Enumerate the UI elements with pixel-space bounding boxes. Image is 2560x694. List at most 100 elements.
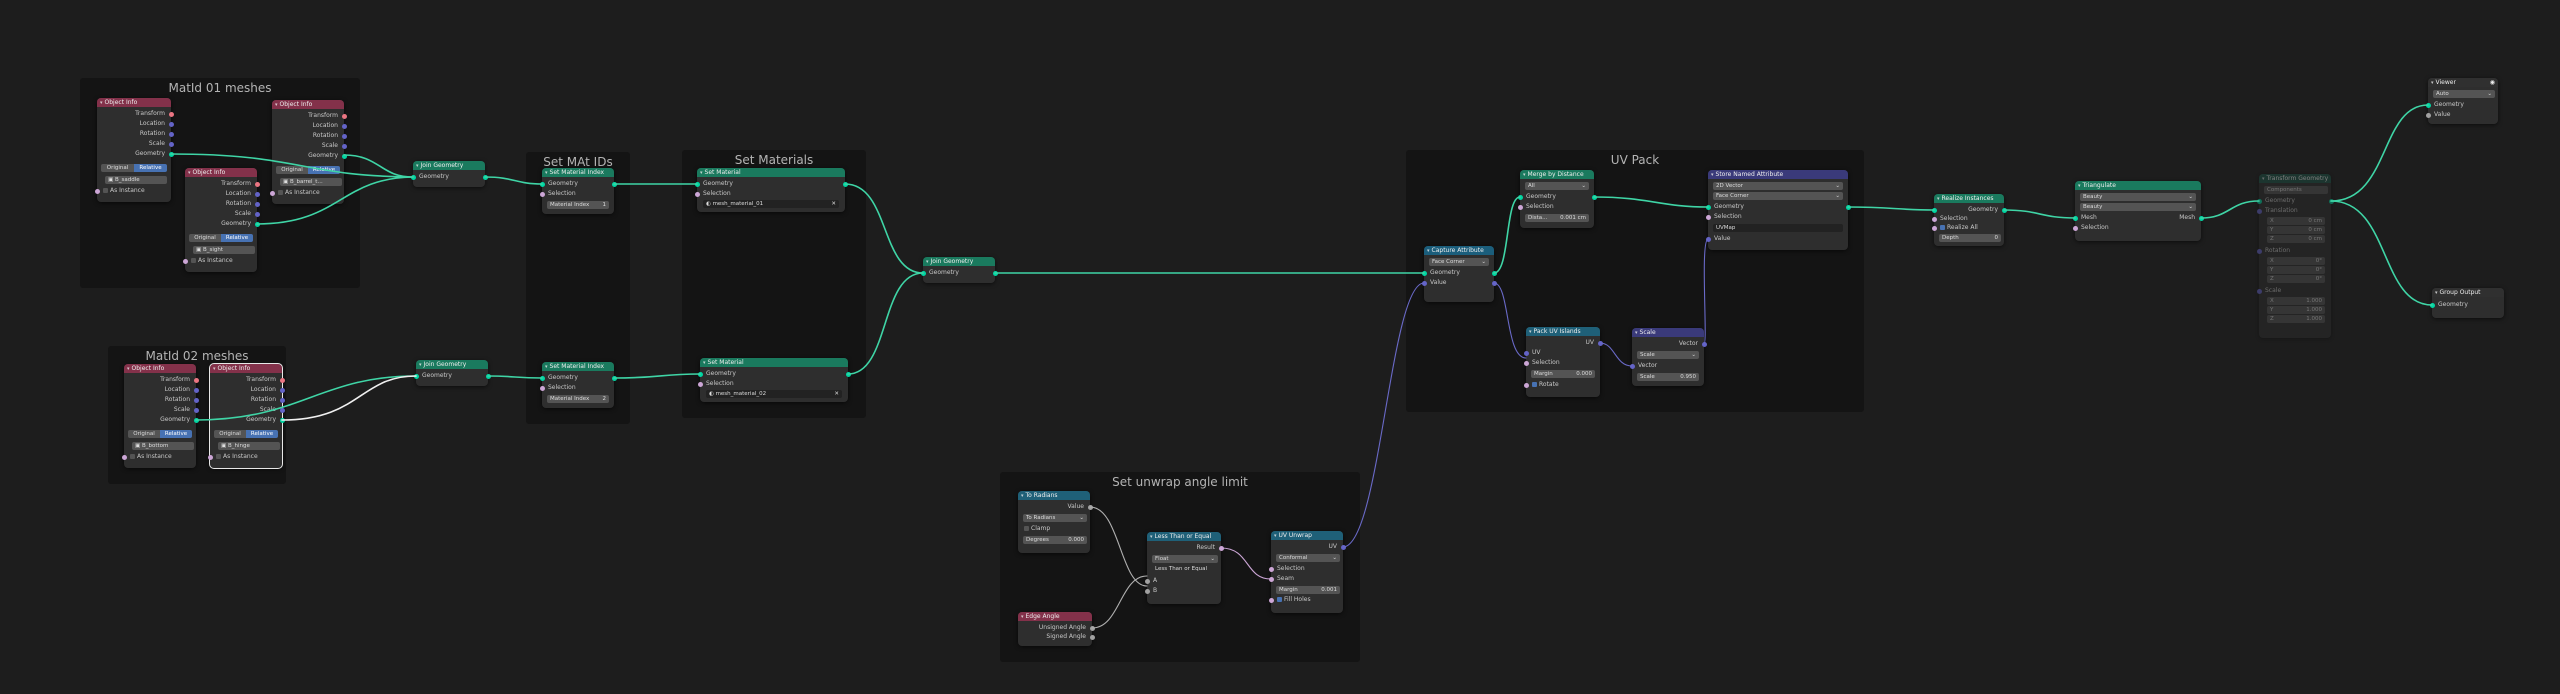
input-socket[interactable]	[1931, 216, 1937, 222]
input-socket[interactable]	[694, 191, 700, 197]
as-instance-row[interactable]: As Instance	[121, 452, 196, 462]
node-header[interactable]: ▾ Scale	[1632, 328, 1704, 337]
input-socket[interactable]	[2072, 215, 2078, 221]
set-material-index-node[interactable]: ▾ Set Material Index Geometry Selection M…	[539, 362, 617, 408]
transform-space-toggle[interactable]: Original Relative	[101, 164, 167, 172]
original-option[interactable]: Original	[101, 164, 134, 172]
merge-by-distance-node[interactable]: ▾ Merge by Distance All ⌄ Geometry Selecti…	[1517, 170, 1597, 228]
domain-dropdown[interactable]: Auto ⌄	[2433, 90, 2495, 98]
translation-z-field[interactable]: Z0 cm	[2267, 235, 2325, 243]
chevron-down-icon[interactable]: ▾	[416, 163, 419, 169]
object-field[interactable]: ▣ B_saddle	[105, 176, 167, 184]
output-socket[interactable]	[168, 131, 174, 137]
node-header[interactable]: ▾ Viewer ◉	[2428, 78, 2498, 87]
node-header[interactable]: ▾ Group Output	[2432, 288, 2504, 297]
output-socket[interactable]	[1845, 204, 1851, 210]
input-socket[interactable]	[207, 454, 213, 460]
node-header[interactable]: ▾ Join Geometry	[923, 257, 995, 266]
set-material-node[interactable]: ▾ Set Material Geometry Selection ◐ mesh_…	[694, 168, 848, 212]
input-socket[interactable]	[1705, 204, 1711, 210]
chevron-down-icon[interactable]: ▾	[1021, 493, 1024, 499]
fill-holes-row[interactable]: Fill Holes	[1268, 595, 1343, 605]
set-material-node[interactable]: ▾ Set Material Geometry Selection ◐ mesh_…	[697, 358, 851, 402]
output-socket[interactable]	[279, 377, 285, 383]
object-field[interactable]: ▣ B_bottom	[132, 442, 194, 450]
node-link[interactable]	[2200, 200, 2260, 219]
node-header[interactable]: ▾ Object Info	[97, 98, 171, 107]
input-socket[interactable]	[1523, 350, 1529, 356]
checkbox[interactable]	[278, 190, 283, 195]
data-type-dropdown[interactable]: 2D Vector ⌄	[1713, 182, 1843, 190]
original-option[interactable]: Original	[276, 166, 308, 174]
chevron-down-icon[interactable]: ▾	[2262, 176, 2265, 182]
input-socket[interactable]	[1268, 597, 1274, 603]
output-socket[interactable]	[193, 397, 199, 403]
margin-field[interactable]: Margin 0.001	[1276, 586, 1340, 594]
group-output-node[interactable]: ▾ Group Output Geometry	[2429, 288, 2504, 318]
chevron-down-icon[interactable]: ▾	[188, 170, 191, 176]
input-socket[interactable]	[2429, 302, 2435, 308]
input-socket[interactable]	[1517, 194, 1523, 200]
node-header[interactable]: ▾ Set Material	[697, 168, 845, 177]
output-socket[interactable]	[168, 151, 174, 157]
checkbox[interactable]	[1024, 526, 1029, 531]
chevron-down-icon[interactable]: ▾	[1937, 196, 1940, 202]
original-option[interactable]: Original	[189, 234, 221, 242]
chevron-down-icon[interactable]: ▾	[2078, 183, 2081, 189]
node-header[interactable]: ▾ Set Material Index	[542, 362, 614, 371]
output-socket[interactable]	[168, 121, 174, 127]
input-socket[interactable]	[1523, 360, 1529, 366]
input-socket[interactable]	[413, 373, 419, 379]
input-socket[interactable]	[1144, 578, 1150, 584]
chevron-down-icon[interactable]: ▾	[703, 360, 706, 366]
input-socket[interactable]	[121, 454, 127, 460]
ngon-method-dropdown[interactable]: Beauty ⌄	[2080, 203, 2196, 211]
output-socket[interactable]	[845, 371, 851, 377]
as-instance-row[interactable]: As Instance	[207, 452, 282, 462]
quad-method-dropdown[interactable]: Beauty ⌄	[2080, 193, 2196, 201]
output-socket[interactable]	[279, 397, 285, 403]
checkbox[interactable]	[216, 454, 221, 459]
node-header[interactable]: ▾ Realize Instances	[1934, 194, 2004, 203]
node-link[interactable]	[2003, 209, 2076, 219]
input-socket[interactable]	[1629, 363, 1635, 369]
chevron-down-icon[interactable]: ▾	[1635, 330, 1638, 336]
node-header[interactable]: ▾ Object Info	[185, 168, 257, 177]
transform-geometry-node[interactable]: ▾ Transform Geometry Components Geometry …	[2256, 174, 2334, 338]
chevron-down-icon[interactable]: ▾	[1711, 172, 1714, 178]
join-geometry-node[interactable]: ▾ Join Geometry Geometry	[413, 360, 491, 386]
to-radians-node[interactable]: ▾ To Radians Value To Radians ⌄ Clamp Degr…	[1018, 491, 1093, 553]
set-material-index-node[interactable]: ▾ Set Material Index Geometry Selection M…	[539, 168, 617, 214]
input-socket[interactable]	[2256, 198, 2262, 204]
operation-dropdown[interactable]: To Radians ⌄	[1023, 514, 1087, 522]
input-socket[interactable]	[1705, 236, 1711, 242]
translation-y-field[interactable]: Y0 cm	[2267, 226, 2325, 234]
scale-x-field[interactable]: X 1.000	[2267, 297, 2325, 305]
output-socket[interactable]	[341, 143, 347, 149]
input-socket[interactable]	[539, 191, 545, 197]
output-socket[interactable]	[2328, 198, 2334, 204]
input-socket[interactable]	[697, 381, 703, 387]
input-socket[interactable]	[182, 258, 188, 264]
material-index-field[interactable]: Material Index 2	[547, 395, 609, 403]
input-socket[interactable]	[1523, 382, 1529, 388]
domain-dropdown[interactable]: Face Corner ⌄	[1713, 192, 1843, 200]
uv-unwrap-node[interactable]: ▾ UV Unwrap UV Conformal ⌄ Selection Seam …	[1268, 531, 1346, 613]
input-socket[interactable]	[2256, 248, 2262, 254]
node-header[interactable]: ▾ Transform Geometry	[2259, 174, 2331, 183]
rotation-z-field[interactable]: Z 0°	[2267, 275, 2325, 283]
node-header[interactable]: ▾ Object Info	[210, 364, 282, 373]
join-geometry-node[interactable]: ▾ Join Geometry Geometry	[920, 257, 998, 283]
operation-dropdown[interactable]: Less Than or Equal	[1152, 565, 1218, 573]
input-socket[interactable]	[410, 174, 416, 180]
input-socket[interactable]	[539, 375, 545, 381]
chevron-down-icon[interactable]: ▾	[419, 362, 422, 368]
input-socket[interactable]	[1144, 588, 1150, 594]
join-geometry-node[interactable]: ▾ Join Geometry Geometry	[410, 161, 488, 187]
input-socket[interactable]	[2072, 225, 2078, 231]
output-socket[interactable]	[341, 123, 347, 129]
input-socket[interactable]	[2425, 102, 2431, 108]
object-info-node[interactable]: ▾ Object Info Transform Location Rotation…	[269, 100, 347, 204]
node-header[interactable]: ▾ Set Material	[700, 358, 848, 367]
output-socket[interactable]	[992, 270, 998, 276]
